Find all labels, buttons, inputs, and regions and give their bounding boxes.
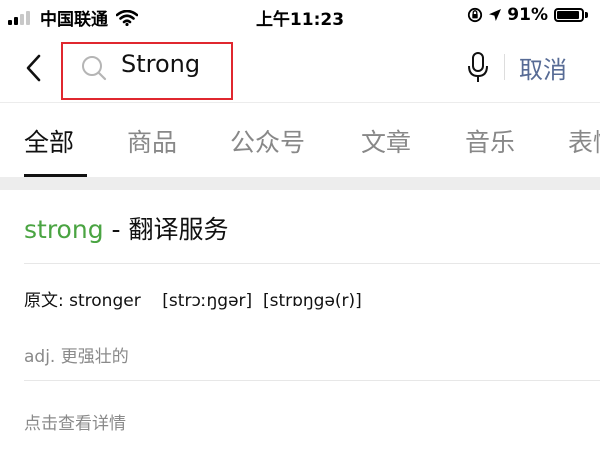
search-input[interactable]: Strong [121, 50, 200, 78]
tab-music[interactable]: 音乐 [465, 123, 515, 159]
search-bar: Strong 取消 [0, 32, 600, 102]
status-right: 91% [467, 5, 588, 25]
result-title[interactable]: strong - 翻译服务 [24, 210, 229, 246]
location-icon [489, 9, 502, 21]
orientation-lock-icon [468, 7, 483, 23]
tab-products[interactable]: 商品 [127, 123, 177, 159]
cancel-button[interactable]: 取消 [519, 50, 567, 85]
translation-result-card: strong - 翻译服务 原文: stronger [strɔːŋgər] [… [0, 190, 600, 463]
result-keyword: strong [24, 215, 104, 244]
definition-text: adj. 更强壮的 [24, 347, 129, 367]
search-icon [82, 56, 107, 81]
battery-percent: 91% [507, 5, 548, 25]
original-text-line: 原文: stronger [strɔːŋgər] [strɒŋgə(r)] [24, 291, 362, 311]
view-details-link[interactable]: 点击查看详情 [24, 409, 126, 434]
search-divider [504, 54, 505, 80]
section-separator [0, 177, 600, 190]
filter-tabs: 全部 商品 公众号 文章 音乐 表情 [0, 103, 600, 177]
battery-icon [554, 8, 588, 22]
result-divider [24, 380, 600, 381]
microphone-icon[interactable] [463, 50, 493, 84]
status-bar: 中国联通 上午11:23 91% [0, 0, 600, 32]
tab-all[interactable]: 全部 [24, 123, 74, 159]
result-title-suffix: - 翻译服务 [103, 215, 229, 244]
result-divider [24, 263, 600, 264]
tab-articles[interactable]: 文章 [361, 123, 411, 159]
back-arrow-icon[interactable] [20, 52, 48, 84]
tab-official-accounts[interactable]: 公众号 [230, 123, 305, 159]
tab-stickers[interactable]: 表情 [568, 123, 600, 159]
